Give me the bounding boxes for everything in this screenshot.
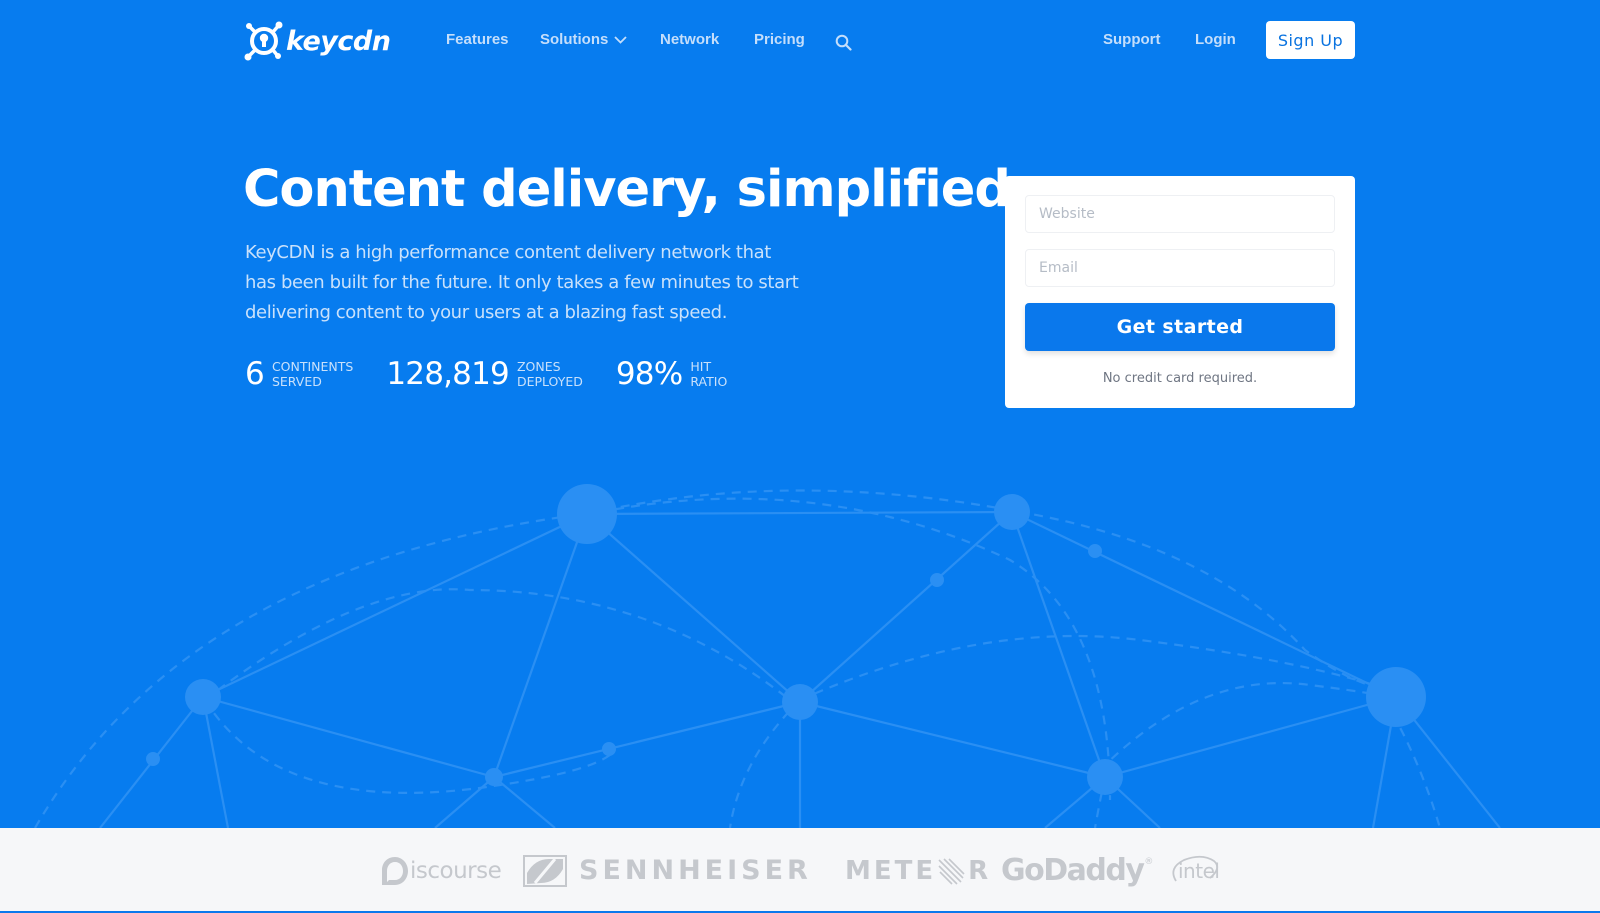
nav-link-features[interactable]: Features: [446, 31, 509, 48]
keycdn-logo[interactable]: keycdn: [244, 20, 391, 62]
dashed-arc: [799, 634, 1391, 702]
stat-label-line2: Served: [271, 374, 322, 389]
network-node: [146, 752, 160, 766]
stat-value: 98%: [615, 356, 683, 392]
stat-label: Continents Served: [272, 359, 353, 389]
network-line: [434, 776, 495, 828]
network-node: [1366, 667, 1426, 727]
stat-hit-ratio: 98% Hit Ratio: [616, 356, 727, 392]
network-solid-lines: [99, 510, 1501, 828]
network-line: [586, 513, 801, 703]
dashed-arc: [1099, 681, 1399, 771]
registered-mark: ®: [1144, 856, 1154, 867]
network-node: [1088, 544, 1102, 558]
dashed-arc: [204, 588, 791, 701]
meteor-wordmark-a: METE: [845, 855, 937, 886]
stats-row: 6 Continents Served 128,819 Zones Deploy…: [245, 356, 760, 392]
email-input[interactable]: [1025, 249, 1335, 287]
chevron-down-icon: [614, 35, 627, 44]
nav-link-pricing[interactable]: Pricing: [754, 31, 805, 48]
network-node: [485, 768, 503, 786]
network-line: [1104, 695, 1397, 779]
logo-wordmark: keycdn: [286, 25, 391, 57]
dashed-arc: [728, 699, 801, 828]
stat-label-line1: Continents: [271, 359, 354, 374]
get-started-button[interactable]: Get started: [1025, 303, 1335, 351]
godaddy-logo: GoDaddy ®: [1001, 828, 1153, 913]
meteor-logo: METE R: [845, 828, 991, 913]
network-node: [930, 573, 944, 587]
search-icon[interactable]: [835, 34, 852, 55]
stat-label: Hit Ratio: [690, 359, 727, 389]
meteor-streak-icon: [938, 857, 965, 885]
sennheiser-logo: SENNHEISER: [523, 828, 812, 913]
dashed-arc: [34, 497, 1112, 828]
network-node: [1087, 759, 1123, 795]
network-nodes: [146, 484, 1426, 795]
discourse-mark-icon: [382, 856, 408, 885]
top-navigation: keycdn Features Solutions Network Pricin…: [0, 0, 1600, 85]
key-logo-icon: [244, 21, 283, 61]
sennheiser-wordmark: SENNHEISER: [579, 855, 812, 886]
stat-label: Zones Deployed: [517, 359, 583, 389]
network-dashed-arcs: [34, 489, 1442, 828]
network-line: [202, 695, 495, 779]
stat-zones: 128,819 Zones Deployed: [386, 356, 583, 392]
stat-value: 6: [245, 356, 265, 392]
nav-link-network[interactable]: Network: [660, 31, 719, 48]
network-node: [602, 742, 616, 756]
signup-card: Get started No credit card required.: [1005, 176, 1355, 408]
no-credit-card-note: No credit card required.: [1102, 371, 1258, 386]
network-line: [799, 511, 1013, 703]
nav-link-solutions[interactable]: Solutions: [540, 31, 627, 48]
nav-link-solutions-label: Solutions: [540, 31, 609, 48]
network-line: [1011, 511, 1397, 698]
network-line: [493, 776, 556, 828]
signup-button[interactable]: Sign Up: [1266, 21, 1355, 59]
stat-label-line2: Ratio: [690, 374, 728, 389]
stat-value: 128,819: [386, 356, 509, 392]
hero-section: keycdn Features Solutions Network Pricin…: [0, 0, 1600, 828]
hero-headline: Content delivery, simplified.: [243, 160, 1029, 219]
hero-description: KeyCDN is a high performance content del…: [245, 242, 799, 323]
network-graphic: [34, 484, 1501, 828]
discourse-logo: iscourse: [380, 828, 502, 913]
network-line: [492, 513, 589, 778]
discourse-wordmark: iscourse: [410, 857, 502, 884]
sennheiser-mark-icon: [523, 854, 567, 887]
network-node: [557, 484, 617, 544]
intel-wordmark: intel: [1178, 858, 1220, 883]
nav-link-support[interactable]: Support: [1103, 31, 1161, 48]
network-line: [586, 510, 1013, 516]
stat-label-line1: Zones: [516, 359, 561, 374]
intel-logo: intel: [1172, 828, 1220, 913]
website-input[interactable]: [1025, 195, 1335, 233]
stat-label-line1: Hit: [690, 359, 712, 374]
network-node: [782, 684, 818, 720]
godaddy-wordmark: GoDaddy: [1001, 853, 1145, 888]
nav-link-login[interactable]: Login: [1195, 31, 1236, 48]
meteor-wordmark-b: R: [968, 855, 992, 886]
network-node: [185, 679, 221, 715]
stat-label-line2: Deployed: [516, 374, 583, 389]
network-line: [202, 513, 588, 698]
stat-continents: 6 Continents Served: [245, 356, 353, 392]
network-node: [994, 494, 1030, 530]
client-logos-strip: iscourse SENNHEISER METE R GoDaddy ® int…: [0, 828, 1600, 913]
network-line: [493, 700, 801, 779]
network-line: [799, 700, 1106, 779]
